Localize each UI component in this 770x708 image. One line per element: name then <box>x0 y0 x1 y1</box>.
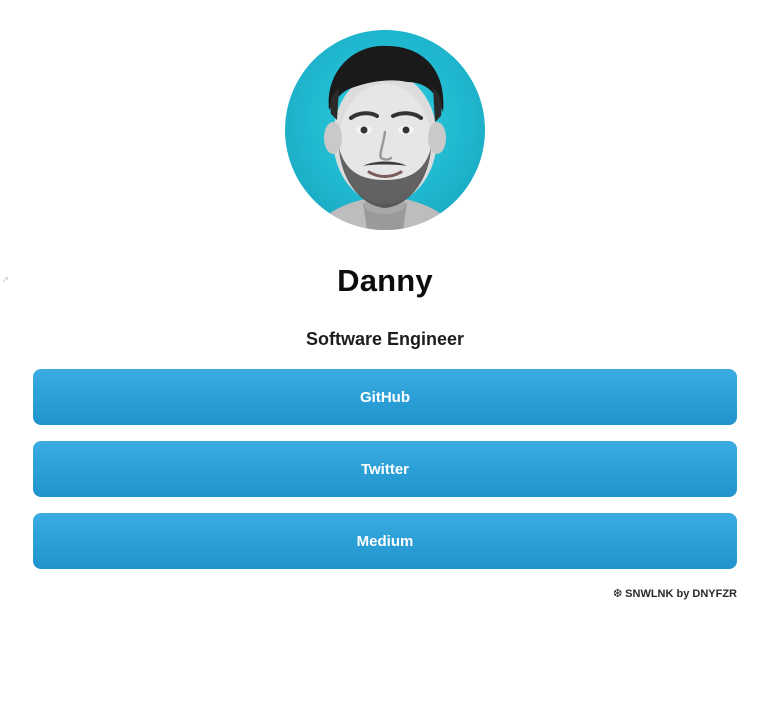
twitter-link-button[interactable]: Twitter <box>33 441 737 497</box>
profile-title: Software Engineer <box>305 329 465 349</box>
profile-page: ↗ Danny Software Engineer GitHub Twitter… <box>0 0 770 708</box>
portrait-photo-icon <box>315 45 455 230</box>
medium-link-button[interactable]: Medium <box>33 513 737 569</box>
footer-credit-link[interactable]: ❆ SNWLNK by DNYFZR <box>613 586 737 602</box>
footer-brand-text: SNWLNK by DNYFZR <box>625 588 737 600</box>
snowflake-icon: ❆ <box>612 588 623 600</box>
github-link-label: GitHub <box>360 388 410 406</box>
github-link-button[interactable]: GitHub <box>33 369 737 425</box>
avatar <box>285 30 485 230</box>
profile-name: Danny <box>337 263 433 298</box>
medium-link-label: Medium <box>356 532 414 550</box>
twitter-link-label: Twitter <box>360 460 410 478</box>
